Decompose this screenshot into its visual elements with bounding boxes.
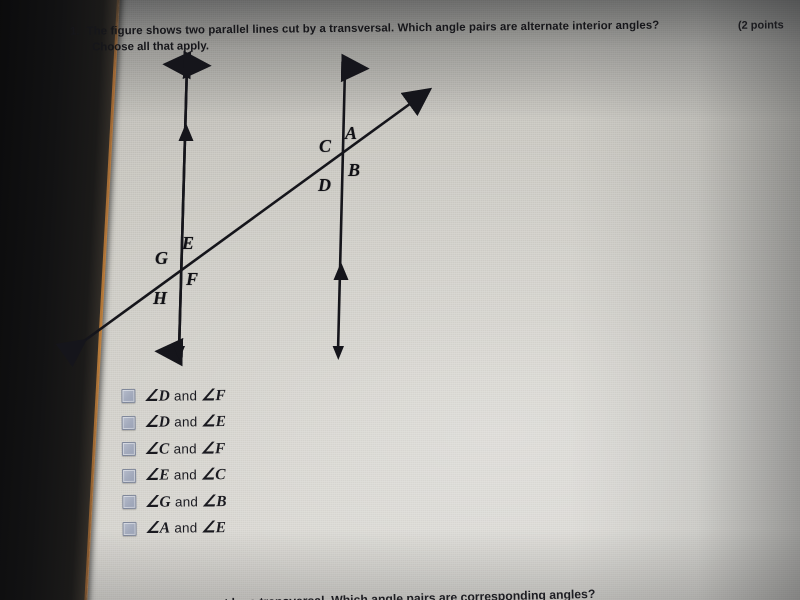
option-2-angle-1: D [158,413,171,431]
option-1-angle-1: D [158,387,171,405]
option-3-angle-1: C [158,440,170,458]
worksheet-photo: 1. The figure shows two parallel lines c… [0,0,800,600]
option-row-3[interactable]: ∠C and ∠F [121,434,352,463]
parallel-line-right-arrow-bottom [332,346,344,360]
checkbox-option-5[interactable] [122,495,137,510]
option-5-conjunction: and [174,494,199,510]
option-3-angle-2: F [214,439,226,457]
angle-label-E: E [182,233,195,253]
option-3-conjunction: and [173,441,197,457]
figure-svg [55,50,433,368]
angle-label-G: G [155,248,168,268]
angle-label-C: C [319,136,332,156]
parallel-mark-left-icon [178,123,194,141]
angle-label-A: A [345,123,358,143]
option-5-angle-1: G [159,493,171,511]
angle-label-D: D [318,175,331,195]
option-row-2[interactable]: ∠D and ∠E [121,407,352,436]
angle-label-B: B [348,160,361,180]
transversal-line [55,87,433,368]
option-1-angle-2: F [215,386,226,404]
parallel-line-right-shaft [336,53,370,353]
option-row-1[interactable]: ∠D and ∠F [121,381,351,410]
option-label-3: ∠C and ∠F [144,439,226,458]
option-6-angle-1: A [159,519,171,537]
checkbox-option-2[interactable] [121,415,136,430]
option-1-conjunction: and [173,388,198,404]
option-2-conjunction: and [174,414,198,430]
option-row-5[interactable]: ∠G and ∠B [122,487,352,516]
option-5-angle-2: B [216,492,227,510]
checkbox-option-3[interactable] [121,442,136,457]
question-number: 1. [69,25,80,38]
option-label-4: ∠E and ∠C [145,466,226,485]
angle-label-H: H [153,288,168,308]
option-label-2: ∠D and ∠E [144,413,227,432]
option-4-angle-1: E [159,466,170,484]
option-row-6[interactable]: ∠A and ∠E [122,513,352,542]
option-row-4[interactable]: ∠E and ∠C [122,460,352,489]
angle-label-F: F [186,269,199,289]
checkbox-option-1[interactable] [121,389,136,404]
question-points: (2 points [737,19,784,32]
option-label-5: ∠G and ∠B [145,492,227,511]
option-6-conjunction: and [174,520,198,536]
answer-options-list: ∠D and ∠F ∠D and ∠E ∠C and ∠F ∠E and ∠C … [121,381,352,542]
option-2-angle-2: E [215,413,227,431]
checkbox-option-4[interactable] [122,468,137,483]
option-label-6: ∠A and ∠E [145,519,227,538]
parallel-line-left-shaft [177,50,212,353]
parallel-line-left-arrow-bottom [173,346,185,360]
checkbox-option-6[interactable] [122,521,137,536]
option-6-angle-2: E [215,519,227,537]
geometry-figure: A B C D E F G H [55,40,480,380]
option-4-conjunction: and [173,467,198,483]
option-4-angle-2: C [215,466,226,484]
option-label-1: ∠D and ∠F [144,386,226,405]
parallel-mark-right-icon [333,262,349,280]
